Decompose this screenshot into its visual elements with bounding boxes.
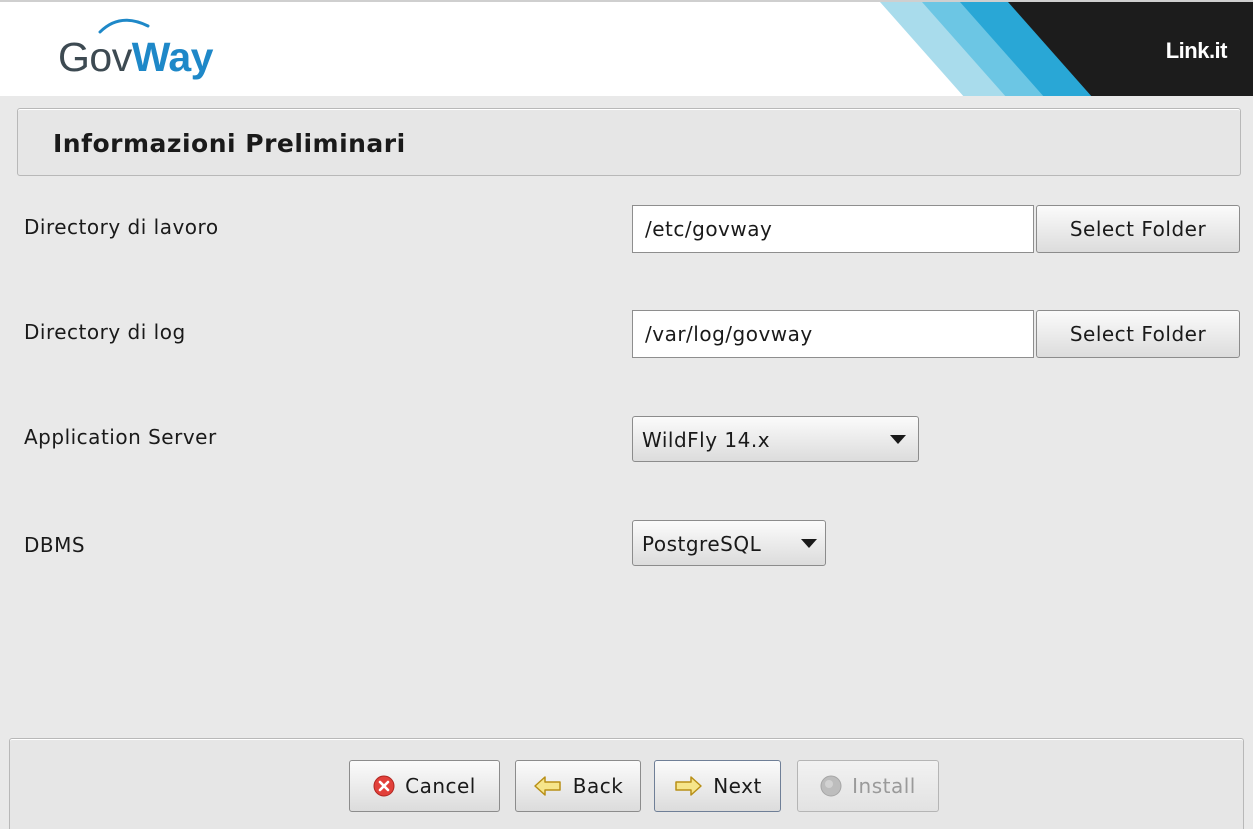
next-button[interactable]: Next bbox=[654, 760, 781, 812]
arrow-right-icon bbox=[675, 776, 702, 796]
dbms-selected-value: PostgreSQL bbox=[642, 532, 762, 556]
chevron-down-icon bbox=[890, 435, 906, 444]
back-label: Back bbox=[572, 774, 624, 798]
header-banner: GovWay Link.it bbox=[0, 0, 1253, 96]
log-dir-label: Directory di log bbox=[24, 320, 186, 344]
cancel-label: Cancel bbox=[405, 774, 476, 798]
log-dir-select-folder-button[interactable]: Select Folder bbox=[1036, 310, 1240, 358]
log-dir-input[interactable] bbox=[632, 310, 1034, 358]
footer-panel: Cancel Back Next Install bbox=[9, 738, 1244, 829]
install-icon bbox=[820, 775, 842, 797]
install-label: Install bbox=[852, 774, 916, 798]
app-server-label: Application Server bbox=[24, 425, 217, 449]
linkit-brand: Link.it bbox=[1165, 38, 1228, 63]
back-button[interactable]: Back bbox=[515, 760, 641, 812]
logo-text-gov: Gov bbox=[58, 34, 132, 80]
cancel-icon bbox=[373, 775, 395, 797]
logo-text-way: Way bbox=[131, 34, 214, 80]
cancel-button[interactable]: Cancel bbox=[349, 760, 500, 812]
install-button[interactable]: Install bbox=[797, 760, 939, 812]
work-dir-input[interactable] bbox=[632, 205, 1034, 253]
chevron-down-icon bbox=[801, 539, 817, 548]
app-server-selected-value: WildFly 14.x bbox=[642, 428, 771, 452]
app-server-select[interactable]: WildFly 14.x bbox=[632, 416, 919, 462]
dbms-label: DBMS bbox=[24, 533, 86, 557]
arrow-left-icon bbox=[533, 776, 561, 796]
work-dir-select-folder-button[interactable]: Select Folder bbox=[1036, 205, 1240, 253]
dbms-select[interactable]: PostgreSQL bbox=[632, 520, 826, 566]
work-dir-label: Directory di lavoro bbox=[24, 215, 219, 239]
page-title: Informazioni Preliminari bbox=[53, 129, 406, 158]
next-label: Next bbox=[713, 774, 762, 798]
title-panel: Informazioni Preliminari bbox=[17, 108, 1241, 176]
